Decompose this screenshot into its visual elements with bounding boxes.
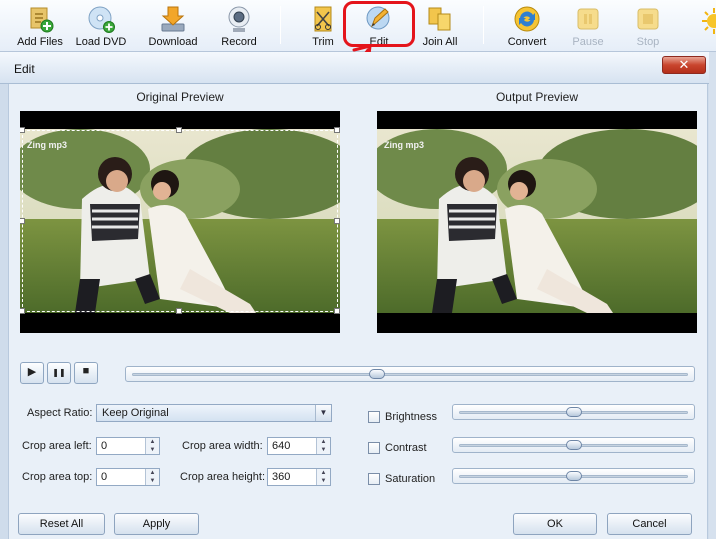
record-button[interactable]: Record [207, 2, 271, 50]
brightness-slider[interactable] [452, 404, 695, 420]
window-edge [709, 52, 716, 539]
convert-icon [514, 6, 540, 32]
chevron-down-icon[interactable]: ▼ [315, 405, 331, 421]
saturation-label: Saturation [385, 473, 436, 485]
dialog-titlebar: Edit ✕ [0, 52, 716, 84]
convert-button[interactable]: Convert [495, 2, 559, 50]
join-all-icon [428, 7, 451, 31]
ok-button[interactable]: OK [513, 513, 597, 535]
contrast-slider-thumb[interactable] [566, 440, 582, 450]
crop-top-value: 0 [101, 471, 108, 483]
crop-width-spinner[interactable]: 640 ▲ ▼ [267, 437, 331, 455]
aspect-ratio-value: Keep Original [102, 407, 169, 419]
record-icon [228, 6, 250, 32]
aspect-ratio-label: Aspect Ratio: [27, 407, 93, 419]
output-video-frame [377, 129, 697, 313]
reset-all-button[interactable]: Reset All [18, 513, 105, 535]
pause-icon: ❚❚ [52, 368, 66, 377]
output-preview: Zing mp3 [377, 111, 697, 333]
aspect-ratio-select[interactable]: Keep Original ▼ [96, 404, 332, 422]
stop-button[interactable]: Stop [616, 2, 680, 50]
crop-height-value: 360 [272, 471, 291, 483]
contrast-checkbox[interactable] [368, 442, 380, 454]
watermark-text: Zing mp3 [27, 140, 67, 150]
pause-icon [577, 8, 599, 30]
add-files-label: Add Files [17, 36, 63, 48]
crop-top-label: Crop area top: [22, 471, 93, 483]
crop-width-value: 640 [272, 440, 291, 452]
spin-down-icon[interactable]: ▼ [146, 446, 159, 454]
load-dvd-icon [88, 6, 115, 33]
add-files-icon [30, 7, 54, 33]
spin-up-icon[interactable]: ▲ [317, 469, 330, 477]
crop-handle[interactable] [20, 127, 25, 133]
stop-icon: ■ [82, 365, 90, 377]
spin-down-icon[interactable]: ▼ [317, 446, 330, 454]
crop-handle[interactable] [176, 127, 182, 133]
brightness-label: Brightness [385, 411, 437, 423]
original-preview-title: Original Preview [136, 90, 224, 104]
spin-up-icon[interactable]: ▲ [146, 469, 159, 477]
crop-handle[interactable] [334, 218, 340, 224]
crop-handle[interactable] [176, 308, 182, 314]
apply-button[interactable]: Apply [114, 513, 199, 535]
crop-handle[interactable] [20, 308, 25, 314]
download-icon [161, 6, 185, 32]
stop-icon [637, 8, 659, 30]
stop-preview-button[interactable]: ■ [74, 362, 98, 384]
close-button[interactable]: ✕ [662, 56, 706, 74]
spin-down-icon[interactable]: ▼ [317, 477, 330, 485]
crop-width-label: Crop area width: [182, 440, 263, 452]
cancel-button[interactable]: Cancel [607, 513, 692, 535]
brightness-slider-thumb[interactable] [566, 407, 582, 417]
seek-slider-thumb[interactable] [369, 369, 385, 379]
add-files-button[interactable]: Add Files [8, 2, 72, 50]
contrast-slider[interactable] [452, 437, 695, 453]
trim-icon [314, 6, 332, 32]
saturation-slider-thumb[interactable] [566, 471, 582, 481]
pause-label: Pause [572, 36, 604, 48]
crop-rectangle[interactable] [22, 130, 338, 312]
original-preview: Zing mp3 [20, 111, 340, 333]
stop-label: Stop [636, 36, 660, 48]
crop-left-spinner[interactable]: 0 ▲ ▼ [96, 437, 160, 455]
record-label: Record [221, 36, 257, 48]
pause-preview-button[interactable]: ❚❚ [47, 362, 71, 384]
crop-top-spinner[interactable]: 0 ▲ ▼ [96, 468, 160, 486]
brightness-checkbox[interactable] [368, 411, 380, 423]
load-dvd-button[interactable]: Load DVD [69, 2, 133, 50]
crop-height-spinner[interactable]: 360 ▲ ▼ [267, 468, 331, 486]
toolbar-separator [280, 6, 281, 44]
play-button[interactable]: ▶ [20, 362, 44, 384]
spin-up-icon[interactable]: ▲ [317, 438, 330, 446]
saturation-slider[interactable] [452, 468, 695, 484]
output-preview-title: Output Preview [495, 90, 579, 104]
crop-handle[interactable] [20, 218, 25, 224]
toolbar-separator [483, 6, 484, 44]
join-all-button[interactable]: Join All [408, 2, 472, 50]
download-label: Download [148, 36, 198, 48]
saturation-checkbox[interactable] [368, 473, 380, 485]
join-all-label: Join All [422, 36, 458, 48]
pause-button[interactable]: Pause [556, 2, 620, 50]
seek-slider[interactable] [125, 366, 695, 382]
dialog-title: Edit [14, 62, 35, 76]
play-icon: ▶ [27, 366, 37, 378]
crop-left-label: Crop area left: [22, 440, 92, 452]
download-button[interactable]: Download [141, 2, 205, 50]
load-dvd-label: Load DVD [75, 36, 127, 48]
crop-left-value: 0 [101, 440, 108, 452]
spin-down-icon[interactable]: ▼ [146, 477, 159, 485]
spin-up-icon[interactable]: ▲ [146, 438, 159, 446]
crop-height-label: Crop area height: [180, 471, 265, 483]
crop-handle[interactable] [334, 308, 340, 314]
sun-icon [702, 8, 716, 34]
contrast-label: Contrast [385, 442, 427, 454]
convert-label: Convert [507, 36, 547, 48]
watermark-text: Zing mp3 [384, 140, 424, 150]
crop-handle[interactable] [334, 127, 340, 133]
